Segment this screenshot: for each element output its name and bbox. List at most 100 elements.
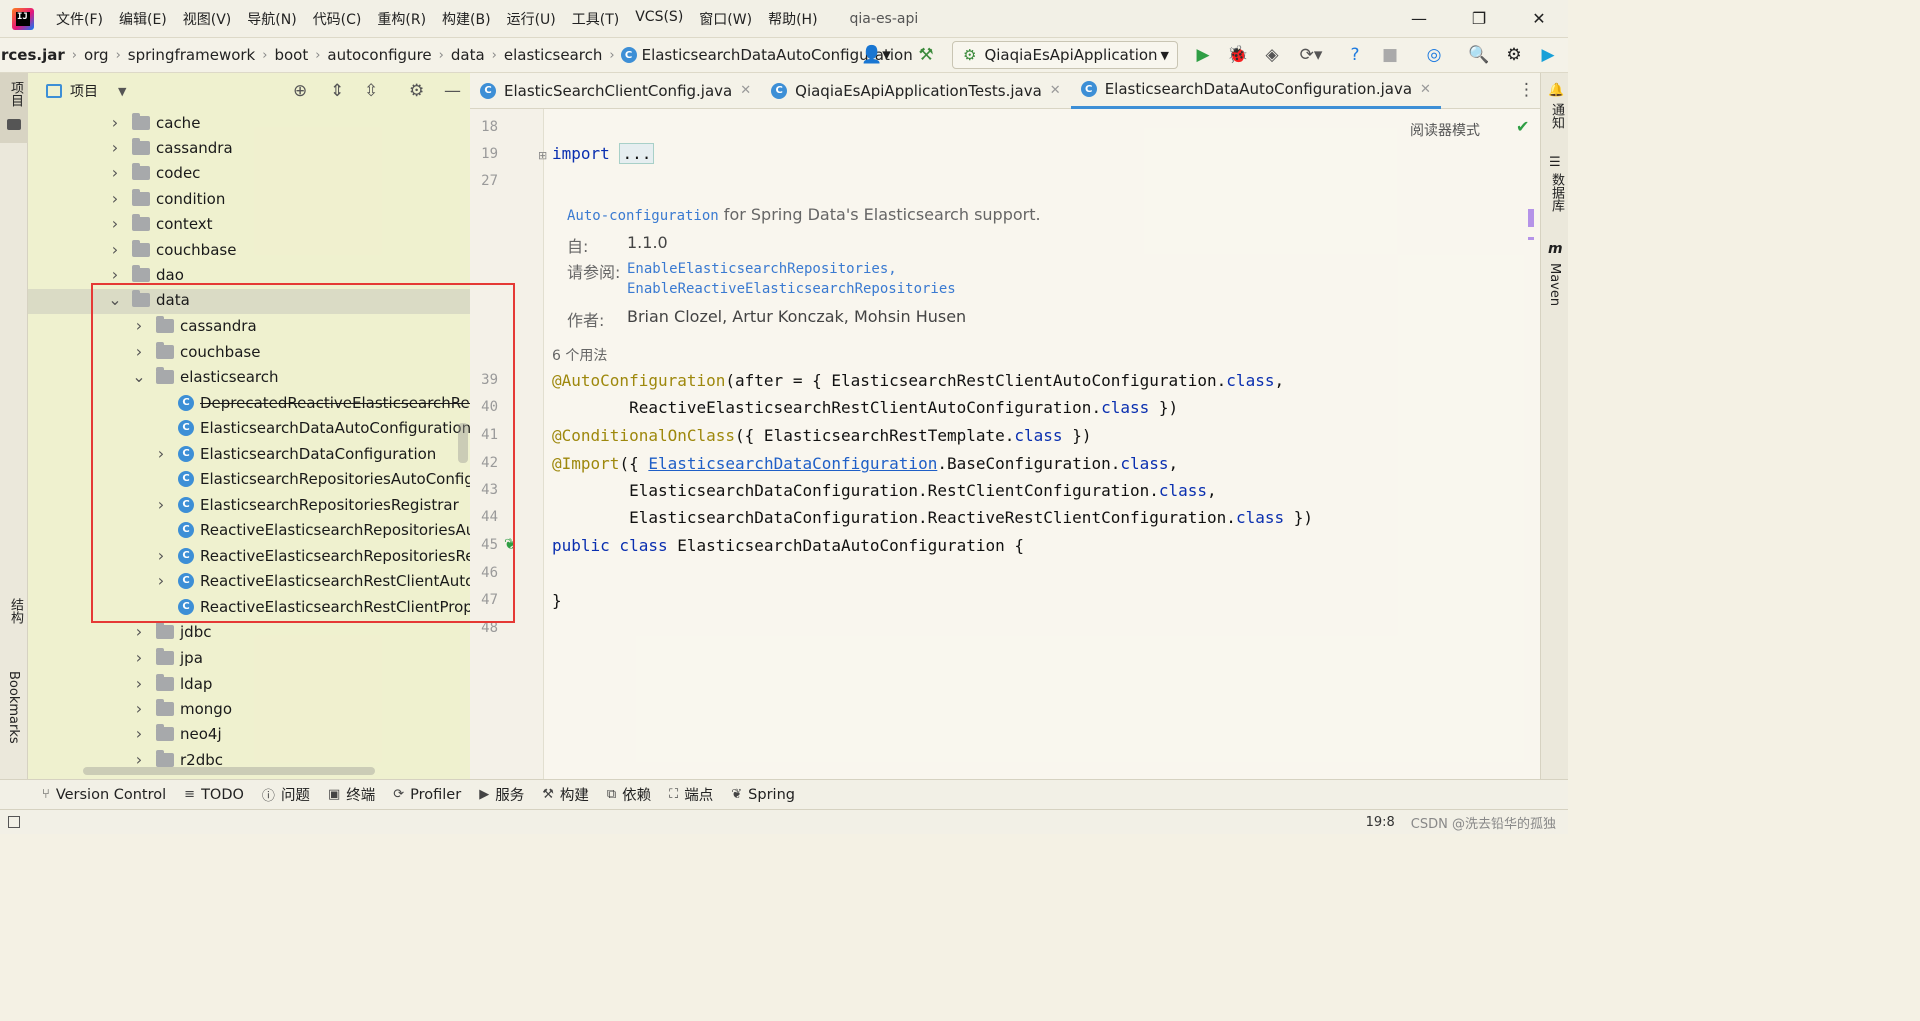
minimize-icon[interactable]: —: [1396, 0, 1442, 37]
menu-item[interactable]: 构建(B): [434, 9, 499, 29]
layout-icon[interactable]: [8, 816, 20, 828]
gear-icon[interactable]: ⚙: [1502, 43, 1526, 67]
maven-tool-tab[interactable]: Maven: [1547, 263, 1562, 306]
bottom-tool-tab[interactable]: ▶ 服务: [479, 784, 524, 805]
chevron-right-icon[interactable]: ›: [108, 265, 122, 284]
database-tool-tab[interactable]: 数据库: [1547, 173, 1566, 212]
locate-icon[interactable]: ⊕: [293, 81, 307, 101]
breadcrumb-item[interactable]: rces.jar: [0, 46, 70, 64]
class-link[interactable]: ElasticsearchDataConfiguration: [648, 454, 937, 473]
bottom-tool-tab[interactable]: ⚒ 构建: [542, 784, 589, 805]
menu-item[interactable]: 导航(N): [239, 9, 304, 29]
help-icon[interactable]: ?: [1343, 43, 1367, 67]
tree-item-folder[interactable]: › mongo: [132, 696, 232, 721]
tree-item-folder[interactable]: › condition: [108, 186, 225, 211]
reader-mode-toggle[interactable]: 阅读器模式: [1410, 120, 1480, 140]
gear-icon[interactable]: ⚙: [409, 81, 424, 101]
tree-item-folder[interactable]: › neo4j: [132, 721, 222, 746]
code-editor[interactable]: 18 19 27 39 40 41 42 43 44 45 46 47 48 阅读器模式 ✔ ⊞ imp…: [470, 109, 1540, 779]
chevron-right-icon[interactable]: ›: [132, 724, 146, 743]
expand-all-icon[interactable]: ⇕: [330, 81, 344, 101]
breadcrumb-item[interactable]: autoconfigure: [322, 46, 436, 64]
chevron-right-icon[interactable]: ›: [132, 674, 146, 693]
menu-item[interactable]: 编辑(E): [111, 9, 175, 29]
chevron-right-icon[interactable]: ›: [108, 189, 122, 208]
menu-item[interactable]: VCS(S): [627, 9, 691, 29]
chevron-right-icon[interactable]: ›: [108, 138, 122, 157]
tree-item-folder[interactable]: › codec: [108, 160, 200, 185]
bottom-tool-tab[interactable]: ⛶ 端点: [669, 784, 713, 805]
menu-item[interactable]: 重构(R): [369, 9, 434, 29]
chevron-right-icon[interactable]: ›: [108, 240, 122, 259]
profile-icon[interactable]: ⟳▾: [1292, 43, 1330, 67]
update-icon[interactable]: ◎: [1422, 43, 1446, 67]
tree-item-folder[interactable]: › cassandra: [108, 135, 233, 160]
run-configuration-select[interactable]: ⚙ QiaqiaEsApiApplication ▼: [952, 41, 1178, 69]
bottom-tool-tab[interactable]: ⟳ Profiler: [393, 787, 461, 803]
chevron-right-icon[interactable]: ›: [132, 648, 146, 667]
intellij-logo-icon[interactable]: IJ: [12, 7, 34, 30]
project-tool-tab[interactable]: 项目: [0, 73, 28, 143]
chevron-right-icon[interactable]: ›: [108, 214, 122, 233]
tree-item-folder[interactable]: › context: [108, 211, 213, 236]
breadcrumb-item[interactable]: boot: [269, 46, 313, 64]
horizontal-scrollbar[interactable]: [83, 767, 375, 775]
tree-item-folder[interactable]: › ldap: [132, 671, 212, 696]
menu-item[interactable]: 运行(U): [499, 9, 564, 29]
doc-link[interactable]: Auto-configuration: [567, 208, 719, 224]
editor-tab[interactable]: C ElasticSearchClientConfig.java ✕: [470, 73, 761, 109]
chevron-down-icon[interactable]: ▼: [118, 85, 126, 98]
bottom-tool-tab[interactable]: ⑂ Version Control: [42, 787, 166, 803]
editor-tab[interactable]: C QiaqiaEsApiApplicationTests.java ✕: [761, 73, 1071, 109]
doc-see-link[interactable]: EnableReactiveElasticsearchRepositories: [627, 281, 956, 297]
close-tab-icon[interactable]: ✕: [1420, 82, 1431, 97]
chevron-right-icon[interactable]: ›: [132, 622, 146, 641]
hide-panel-icon[interactable]: —: [444, 81, 461, 101]
doc-see-link[interactable]: EnableElasticsearchRepositories,: [627, 261, 897, 277]
menu-item[interactable]: 视图(V): [175, 9, 240, 29]
bottom-tool-tab[interactable]: ▣ 终端: [328, 784, 375, 805]
editor-tab[interactable]: C ElasticsearchDataAutoConfiguration.java…: [1070, 73, 1441, 109]
bottom-tool-tab[interactable]: ⓘ 问题: [262, 784, 310, 805]
tree-item-folder[interactable]: › jpa: [132, 645, 203, 670]
menu-item[interactable]: 代码(C): [305, 9, 370, 29]
bookmarks-tool-tab[interactable]: Bookmarks: [6, 671, 21, 744]
bottom-tool-tab[interactable]: ≡ TODO: [184, 787, 244, 803]
bottom-tool-tab[interactable]: ⧉ 依赖: [607, 784, 651, 805]
debug-icon[interactable]: 🐞: [1226, 43, 1250, 67]
plugin-icon[interactable]: ▶: [1536, 43, 1560, 67]
tree-item-folder[interactable]: › cache: [108, 110, 200, 135]
tree-item-folder[interactable]: › couchbase: [108, 237, 236, 262]
user-icon[interactable]: 👤▾: [858, 43, 894, 67]
menu-item[interactable]: 帮助(H): [760, 9, 825, 29]
notifications-tool-tab[interactable]: 通知: [1547, 103, 1566, 129]
bottom-tool-tab[interactable]: ❦ Spring: [731, 787, 795, 803]
menu-item[interactable]: 工具(T): [564, 9, 627, 29]
fold-icon[interactable]: ⊞: [538, 149, 547, 162]
close-tab-icon[interactable]: ✕: [740, 83, 751, 98]
build-hammer-icon[interactable]: ⚒: [914, 43, 938, 67]
search-icon[interactable]: 🔍: [1467, 43, 1491, 67]
structure-tool-tab[interactable]: 结构: [6, 598, 25, 624]
breadcrumb-item[interactable]: springframework: [123, 46, 260, 64]
breadcrumb-item[interactable]: data: [446, 46, 490, 64]
collapse-all-icon[interactable]: ⇳: [364, 81, 378, 101]
menu-item[interactable]: 文件(F): [48, 9, 111, 29]
more-tabs-icon[interactable]: ⋮: [1518, 80, 1535, 100]
run-icon[interactable]: ▶: [1191, 43, 1215, 67]
project-panel-title[interactable]: 项目: [70, 81, 98, 101]
close-icon[interactable]: ✕: [1516, 0, 1562, 37]
chevron-right-icon[interactable]: ›: [108, 113, 122, 132]
breadcrumb-item[interactable]: org: [79, 46, 114, 64]
coverage-icon[interactable]: ◈: [1260, 43, 1284, 67]
restore-icon[interactable]: ❐: [1456, 0, 1502, 37]
folded-imports[interactable]: ...: [619, 143, 655, 164]
chevron-right-icon[interactable]: ›: [108, 163, 122, 182]
chevron-right-icon[interactable]: ›: [132, 699, 146, 718]
caret-position[interactable]: 19:8: [1366, 815, 1395, 830]
stop-icon[interactable]: ■: [1378, 43, 1402, 67]
menu-item[interactable]: 窗口(W): [691, 9, 760, 29]
close-tab-icon[interactable]: ✕: [1050, 83, 1061, 98]
usages-hint[interactable]: 6 个用法: [552, 345, 607, 365]
breadcrumb-item[interactable]: elasticsearch: [499, 46, 608, 64]
